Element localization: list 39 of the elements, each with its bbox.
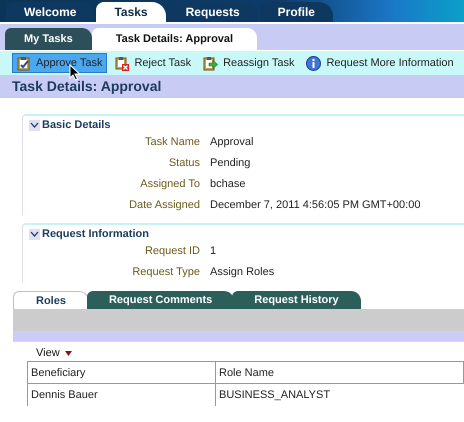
field-value: 1 xyxy=(210,244,216,256)
section-title: Basic Details xyxy=(42,119,110,131)
field-value: Pending xyxy=(210,156,250,168)
detail-tab[interactable]: Request Comments xyxy=(86,291,234,309)
clipboard-x-icon xyxy=(115,56,130,70)
field-value: Assign Roles xyxy=(210,266,274,278)
detail-tab[interactable]: Request History xyxy=(232,291,361,309)
view-menu[interactable]: View xyxy=(36,347,72,359)
detail-tab[interactable]: Roles xyxy=(13,291,89,309)
info-icon xyxy=(306,56,322,70)
field-value: bchase xyxy=(210,178,246,190)
field-label: Task Name xyxy=(144,136,201,148)
table-cell: BUSINESS_ANALYST xyxy=(216,384,464,406)
page-title: Task Details: Approval xyxy=(0,75,464,98)
collapse-toggle[interactable] xyxy=(29,120,40,130)
field-label: Request ID xyxy=(144,244,201,256)
sub-tab[interactable]: My Tasks xyxy=(5,28,92,50)
section-title: Request Information xyxy=(42,228,149,240)
field-label: Status xyxy=(168,156,201,168)
table-cell: Dennis Bauer xyxy=(28,384,216,406)
clipboard-arrow-icon xyxy=(203,56,218,70)
clipboard-check-icon xyxy=(17,56,31,70)
field-label: Assigned To xyxy=(139,178,201,190)
nav-tab[interactable]: Profile xyxy=(260,2,333,22)
toolbar-button[interactable]: Approve Task xyxy=(12,53,108,73)
field-value: Approval xyxy=(210,136,254,148)
toolbar-button[interactable]: Reject Task xyxy=(111,53,196,73)
field-value: December 7, 2011 4:56:05 PM GMT+00:00 xyxy=(210,198,420,210)
column-header: Beneficiary xyxy=(28,362,216,384)
collapse-toggle[interactable] xyxy=(29,228,40,240)
column-header: Role Name xyxy=(216,362,464,384)
nav-tab[interactable]: Welcome xyxy=(6,2,94,22)
caret-icon xyxy=(64,350,72,356)
toolbar-button[interactable]: Reassign Task xyxy=(199,53,298,73)
sub-tab[interactable]: Task Details: Approval xyxy=(92,28,258,50)
nav-tab[interactable]: Tasks xyxy=(96,2,166,22)
field-label: Request Type xyxy=(131,266,201,278)
field-label: Date Assigned xyxy=(128,198,201,210)
toolbar-button[interactable]: Request More Information xyxy=(302,53,458,73)
